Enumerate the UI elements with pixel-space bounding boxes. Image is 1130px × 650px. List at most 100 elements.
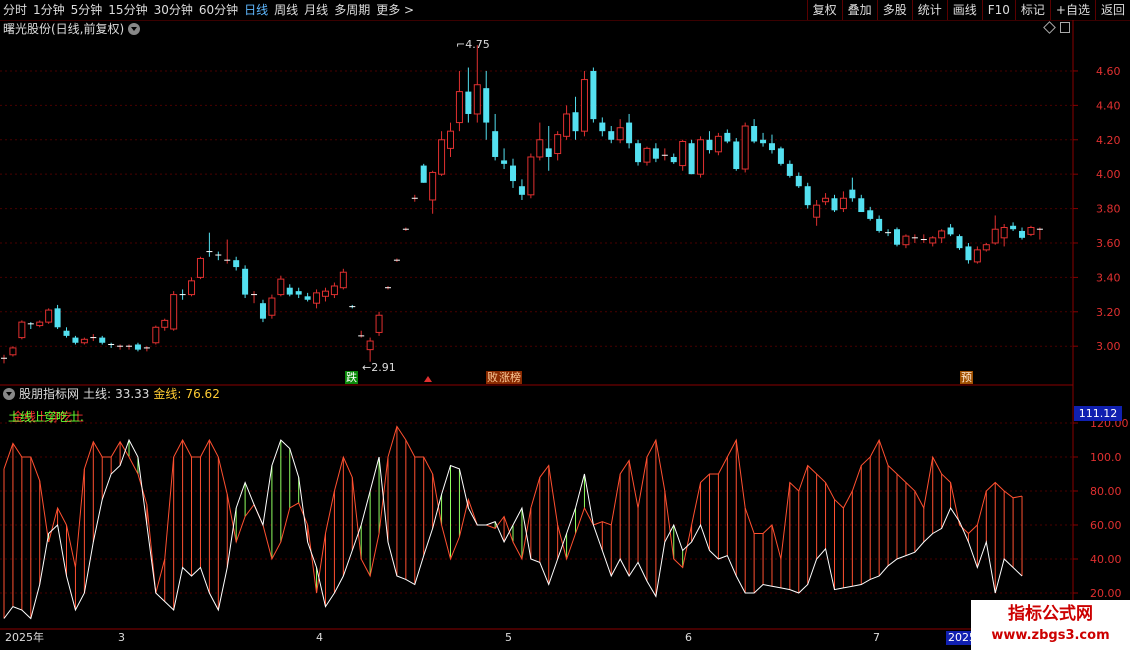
candle <box>643 146 651 166</box>
indicator-dropdown-icon[interactable] <box>3 388 15 400</box>
candle <box>616 119 624 144</box>
candle <box>215 251 222 261</box>
indicator-signals: 金线上穿吃土土线上穿吃土. <box>8 410 160 424</box>
candle <box>688 139 695 175</box>
candle <box>608 126 615 144</box>
candle <box>867 206 874 221</box>
candle <box>849 177 856 202</box>
candle <box>170 291 178 331</box>
candle-body <box>616 127 624 141</box>
flag-zhangbang[interactable]: 涨榜 <box>498 371 522 384</box>
candle-body <box>965 246 972 261</box>
candle <box>330 282 338 299</box>
main-y-tick: 3.20 <box>1096 306 1121 319</box>
candle <box>554 131 562 161</box>
candle <box>982 242 990 252</box>
candle-body <box>982 244 990 251</box>
candle <box>99 335 106 345</box>
candle-body <box>839 197 847 210</box>
flag-yu[interactable]: 预 <box>960 371 973 384</box>
candle-body <box>876 218 883 231</box>
candle <box>751 119 758 144</box>
candle <box>143 346 150 352</box>
candle <box>1 354 7 364</box>
candle-body <box>973 249 981 263</box>
candle-body <box>795 175 802 187</box>
candle <box>572 96 579 140</box>
candle <box>259 299 266 323</box>
main-y-tick: 3.60 <box>1096 237 1121 250</box>
candle-body <box>768 143 775 151</box>
candle-body <box>733 141 740 170</box>
candle <box>839 191 847 213</box>
candle-body <box>134 344 141 350</box>
candle-body <box>813 204 821 218</box>
candle <box>117 344 124 350</box>
candle <box>242 265 249 299</box>
candle <box>635 139 642 166</box>
candle <box>518 179 525 200</box>
candle-body <box>760 139 767 144</box>
candle-body <box>670 156 677 163</box>
candle-body <box>545 148 552 157</box>
flag-die[interactable]: 跌 <box>345 371 358 384</box>
candle-body <box>233 260 240 268</box>
candle-body <box>268 297 276 316</box>
candle-body <box>580 79 588 132</box>
candle-body <box>849 189 856 199</box>
candle <box>947 224 954 237</box>
candle-body <box>277 278 285 296</box>
candle <box>27 322 34 329</box>
current-value-box: 111.12 <box>1074 406 1122 421</box>
candle <box>973 246 981 264</box>
candle-body <box>1027 227 1035 235</box>
candle-body <box>688 143 695 175</box>
candle-body <box>242 268 249 295</box>
candle-body <box>858 198 865 213</box>
candle-body <box>714 135 722 153</box>
candle <box>90 334 97 342</box>
candle <box>563 105 571 140</box>
candle <box>599 117 606 137</box>
main-y-tick: 3.00 <box>1096 340 1121 353</box>
candle <box>670 153 677 164</box>
low-price-label: ←2.91 <box>362 361 396 374</box>
candle <box>206 232 213 257</box>
candle-body <box>161 319 169 328</box>
candle-body <box>956 236 963 249</box>
line1-value: 33.33 <box>115 387 150 401</box>
candle-body <box>321 290 329 297</box>
candle-body <box>465 91 472 114</box>
candle <box>179 289 186 300</box>
candle-body <box>786 163 793 176</box>
candle-body <box>626 122 633 144</box>
signal-green: 土线上穿吃土 <box>8 410 81 424</box>
candle <box>741 122 749 173</box>
candle-body <box>259 303 266 319</box>
watermark-url: www.zbgs3.com <box>991 628 1110 643</box>
candle <box>536 122 544 161</box>
candle <box>108 342 115 348</box>
candle-body <box>608 131 615 140</box>
x-label-4: 4 <box>316 631 323 644</box>
candle-body <box>652 148 659 159</box>
candle-body <box>777 148 784 164</box>
candle-body <box>679 140 687 167</box>
candle <box>858 194 865 213</box>
candle <box>760 132 767 147</box>
candle-body <box>1000 227 1008 239</box>
indicator-name[interactable]: 股朋指标网 <box>19 387 79 401</box>
candle <box>393 258 400 262</box>
candle-body <box>63 330 70 336</box>
indicator-lines <box>3 425 1023 620</box>
x-label-7: 7 <box>873 631 880 644</box>
candle <box>902 234 910 249</box>
candle <box>447 122 454 157</box>
candle <box>358 330 365 338</box>
candle-body <box>99 337 106 343</box>
candle <box>965 242 972 264</box>
candle-body <box>518 186 525 195</box>
candle-body <box>152 326 160 344</box>
candle-body <box>554 134 562 155</box>
candle <box>268 294 276 319</box>
